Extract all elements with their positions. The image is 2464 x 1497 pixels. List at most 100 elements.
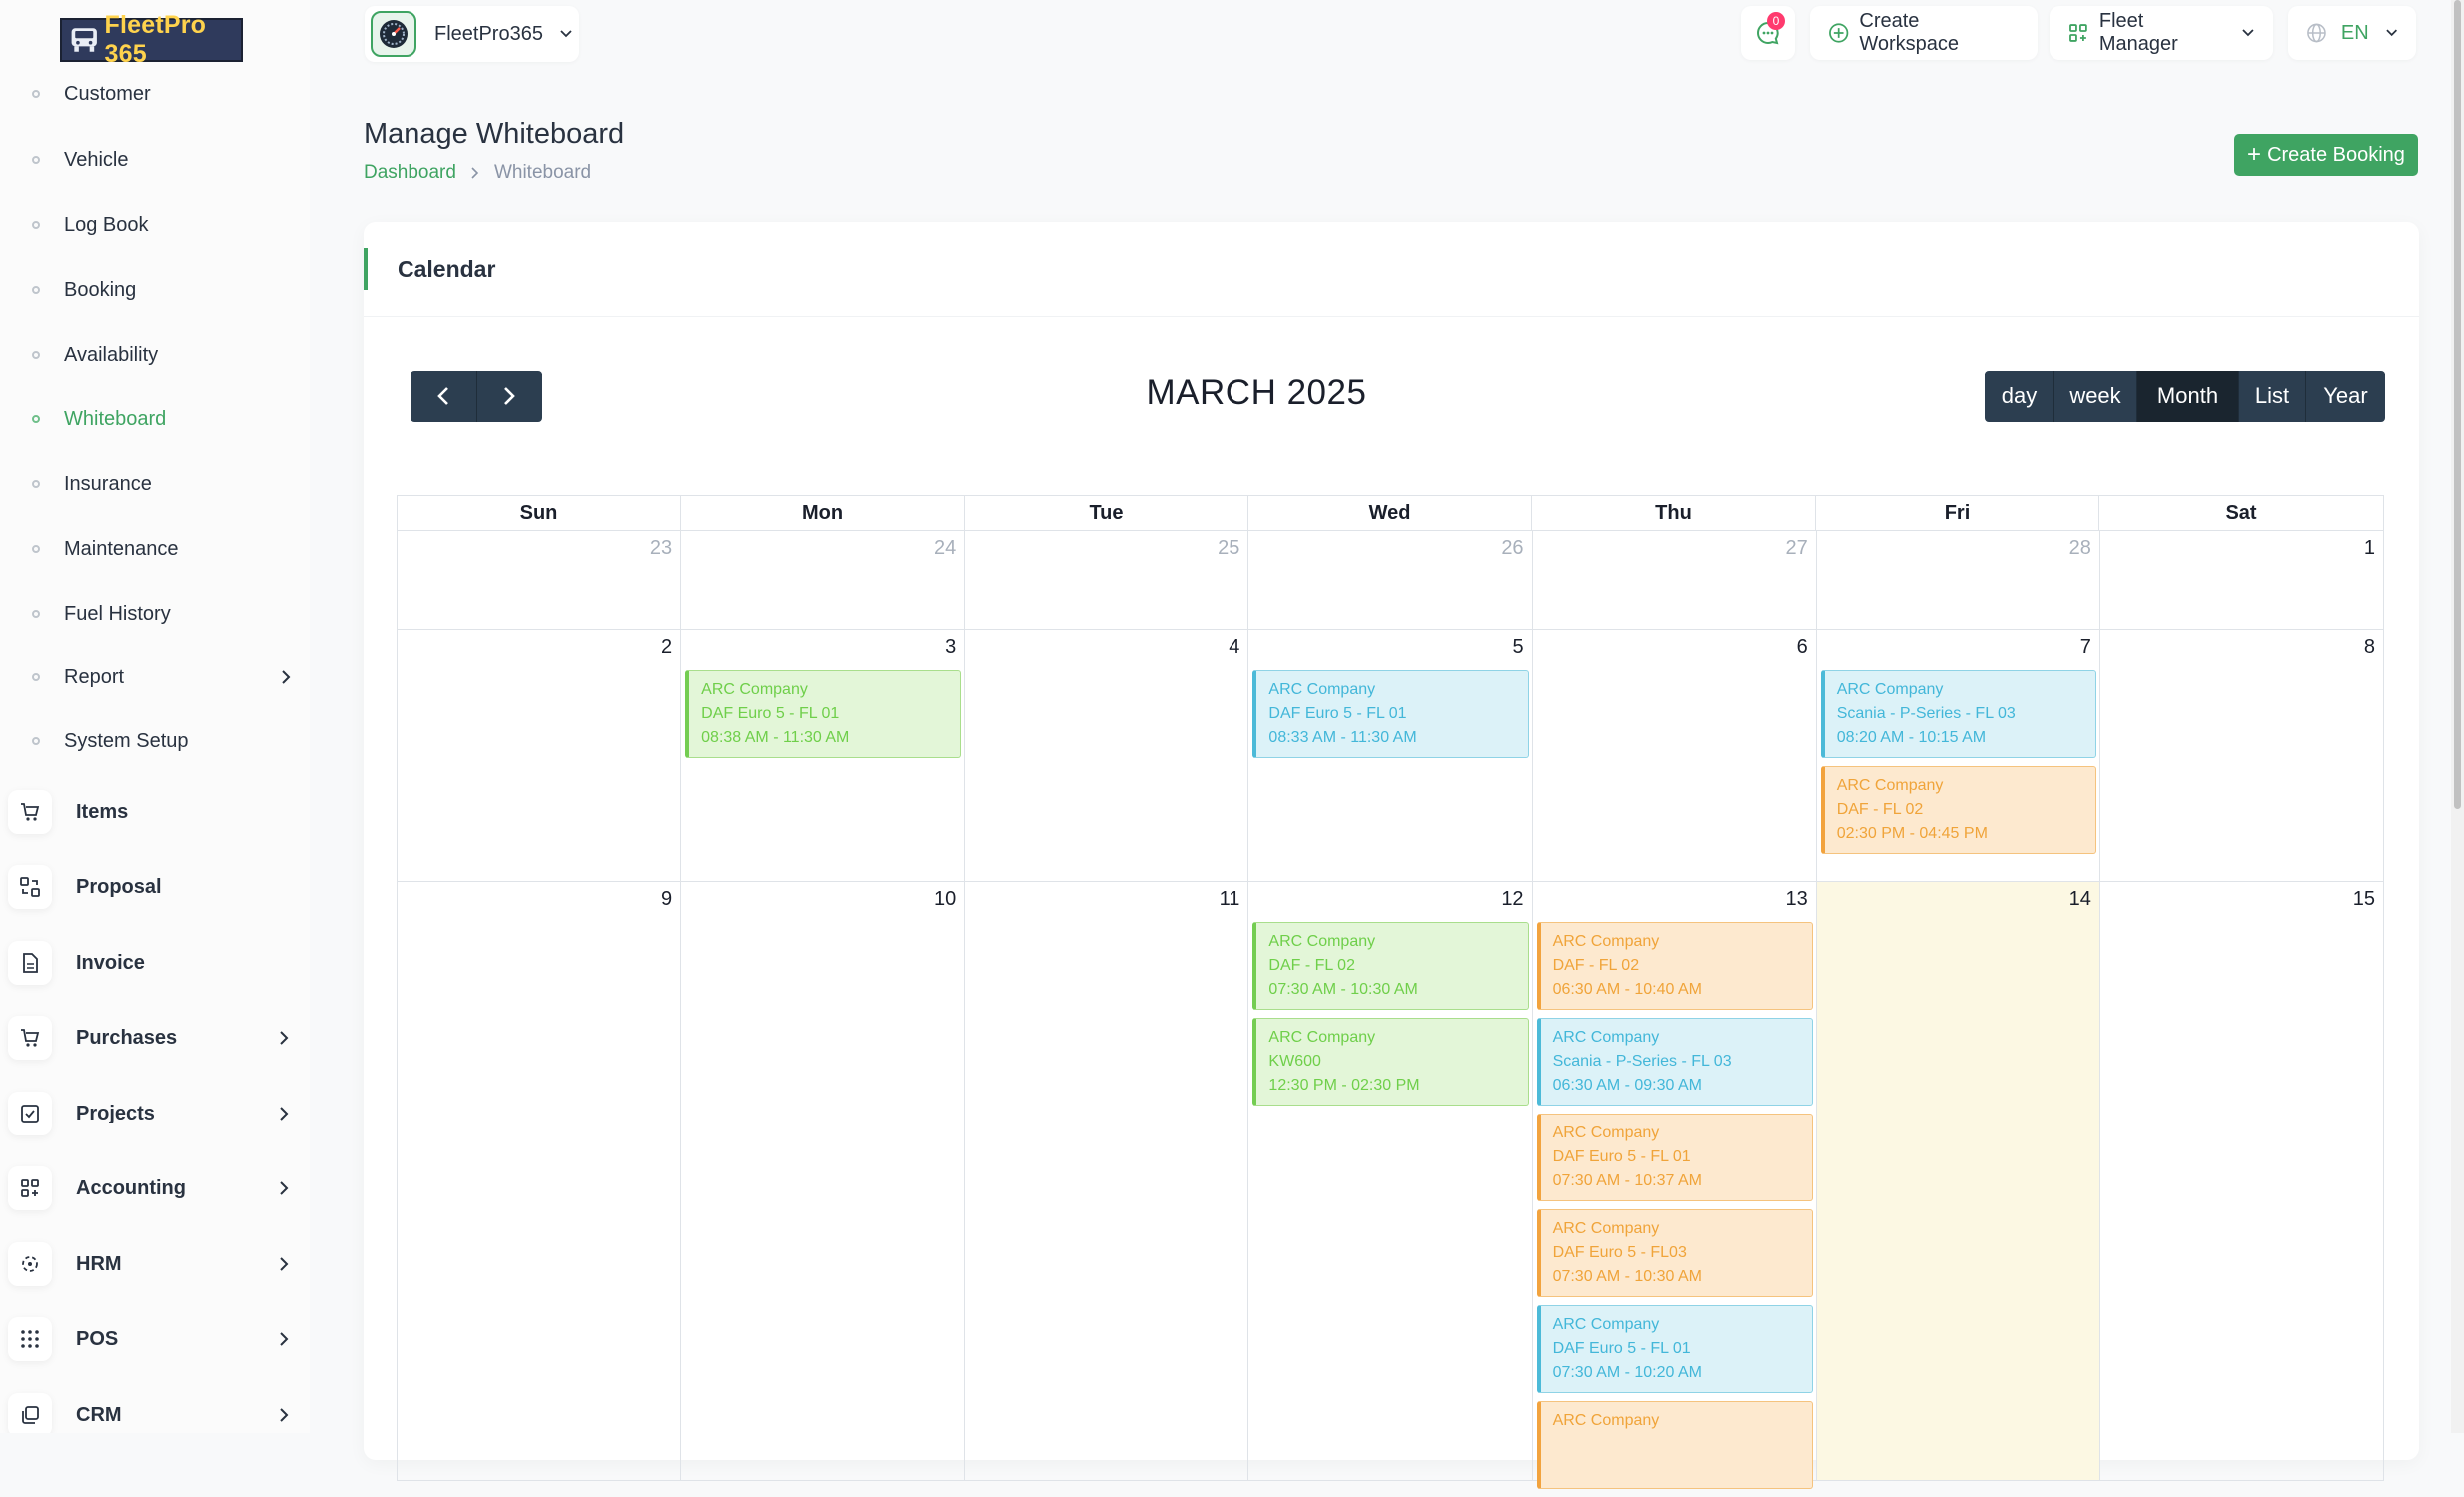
day-number[interactable]: 27 bbox=[1785, 537, 1807, 560]
day-events: ARC Company Scania - P-Series - FL 03 08:2… bbox=[1820, 670, 2096, 862]
next-month-button[interactable] bbox=[477, 371, 543, 422]
sidebar-item-pos[interactable]: POS bbox=[8, 1313, 290, 1365]
weekday-thu: Thu bbox=[1532, 496, 1816, 530]
view-list-button[interactable]: List bbox=[2239, 371, 2306, 422]
day-number[interactable]: 13 bbox=[1785, 888, 1807, 911]
sidebar-item-fuel-history[interactable]: Fuel History bbox=[32, 594, 292, 634]
day-number[interactable]: 9 bbox=[661, 888, 672, 911]
calendar-day-cell[interactable]: 27 bbox=[1533, 531, 1817, 629]
day-number[interactable]: 14 bbox=[2069, 888, 2091, 911]
booking-event[interactable]: ARC Company KW600 12:30 PM - 02:30 PM bbox=[1252, 1018, 1529, 1106]
booking-event[interactable]: ARC Company bbox=[1536, 1401, 1813, 1489]
booking-event[interactable]: ARC Company DAF - FL 02 06:30 AM - 10:40 A… bbox=[1536, 922, 1813, 1010]
calendar-day-cell[interactable]: 26 bbox=[1248, 531, 1533, 629]
calendar-day-cell[interactable]: 15 bbox=[2100, 882, 2384, 1480]
calendar-day-cell[interactable]: 2 bbox=[398, 630, 682, 881]
day-number[interactable]: 1 bbox=[2364, 537, 2375, 560]
scrollbar-thumb[interactable] bbox=[2454, 0, 2461, 809]
view-year-button[interactable]: Year bbox=[2306, 371, 2385, 422]
sidebar-item-invoice[interactable]: Invoice bbox=[8, 937, 290, 989]
view-month-button[interactable]: Month bbox=[2137, 371, 2239, 422]
workspace-selector[interactable]: FleetPro365 bbox=[365, 6, 579, 62]
event-company: ARC Company bbox=[1552, 1029, 1660, 1046]
calendar-day-cell[interactable]: 10 bbox=[681, 882, 966, 1480]
calendar-day-cell[interactable]: 11 bbox=[965, 882, 1249, 1480]
booking-event[interactable]: ARC Company DAF Euro 5 - FL 01 07:30 AM - … bbox=[1536, 1114, 1813, 1201]
day-number[interactable]: 6 bbox=[1797, 636, 1808, 659]
chevron-right-icon bbox=[280, 1181, 289, 1195]
calendar-week-row: 2 3 ARC Company DAF Euro 5 - FL 01 08:38 AM … bbox=[397, 630, 2384, 882]
page-scrollbar[interactable] bbox=[2451, 0, 2464, 1433]
calendar-day-cell[interactable]: 9 bbox=[398, 882, 682, 1480]
sidebar-item-whiteboard[interactable]: Whiteboard bbox=[32, 399, 292, 439]
view-day-button[interactable]: day bbox=[1985, 371, 2054, 422]
booking-event[interactable]: ARC Company Scania - P-Series - FL 03 08:2… bbox=[1820, 670, 2096, 758]
day-number[interactable]: 28 bbox=[2069, 537, 2091, 560]
event-vehicle: DAF - FL 02 bbox=[1552, 957, 1640, 974]
calendar-day-cell[interactable]: 23 bbox=[398, 531, 682, 629]
day-number[interactable]: 8 bbox=[2364, 636, 2375, 659]
sidebar-item-crm[interactable]: CRM bbox=[8, 1389, 290, 1433]
day-number[interactable]: 4 bbox=[1229, 636, 1239, 659]
day-number[interactable]: 5 bbox=[1512, 636, 1523, 659]
sidebar-item-log-book[interactable]: Log Book bbox=[32, 205, 292, 245]
calendar-day-today[interactable]: 14 bbox=[1816, 882, 2100, 1480]
calendar-day-cell[interactable]: 1 bbox=[2100, 531, 2384, 629]
sidebar-item-system-setup[interactable]: System Setup bbox=[32, 721, 292, 761]
sidebar-item-accounting[interactable]: Accounting bbox=[8, 1162, 290, 1214]
booking-event[interactable]: ARC Company DAF - FL 02 07:30 AM - 10:30 A… bbox=[1252, 922, 1529, 1010]
sidebar-item-proposal[interactable]: Proposal bbox=[8, 861, 290, 913]
calendar-day-cell[interactable]: 6 bbox=[1533, 630, 1817, 881]
messages-button[interactable]: 0 bbox=[1741, 6, 1795, 60]
calendar-day-cell[interactable]: 24 bbox=[681, 531, 966, 629]
brand-name: FleetPro 365 bbox=[104, 11, 207, 68]
booking-event[interactable]: ARC Company DAF Euro 5 - FL03 07:30 AM - 1… bbox=[1536, 1209, 1813, 1297]
booking-event[interactable]: ARC Company DAF - FL 02 02:30 PM - 04:45 P… bbox=[1820, 766, 2096, 854]
sidebar-item-hrm[interactable]: HRM bbox=[8, 1238, 290, 1290]
sidebar-item-items[interactable]: Items bbox=[8, 786, 290, 838]
calendar-day-cell[interactable]: 8 bbox=[2100, 630, 2384, 881]
booking-event[interactable]: ARC Company DAF Euro 5 - FL 01 07:30 AM - … bbox=[1536, 1305, 1813, 1393]
calendar-day-cell[interactable]: 7 ARC Company Scania - P-Series - FL 03 08:… bbox=[1817, 630, 2100, 881]
day-number[interactable]: 26 bbox=[1501, 537, 1523, 560]
role-selector[interactable]: Fleet Manager bbox=[2050, 6, 2273, 60]
create-workspace-button[interactable]: Create Workspace bbox=[1810, 6, 2038, 60]
prev-month-button[interactable] bbox=[411, 371, 477, 422]
day-number[interactable]: 3 bbox=[945, 636, 956, 659]
language-selector[interactable]: EN bbox=[2288, 6, 2416, 60]
booking-event[interactable]: ARC Company DAF Euro 5 - FL 01 08:33 AM - … bbox=[1252, 670, 1529, 758]
calendar-day-cell[interactable]: 28 bbox=[1817, 531, 2100, 629]
booking-event[interactable]: ARC Company DAF Euro 5 - FL 01 08:38 AM - … bbox=[685, 670, 962, 758]
calendar-day-cell[interactable]: 5 ARC Company DAF Euro 5 - FL 01 08:33 AM -… bbox=[1248, 630, 1533, 881]
view-week-button[interactable]: week bbox=[2054, 371, 2137, 422]
calendar-day-cell[interactable]: 12 ARC Company DAF - FL 02 07:30 AM - 10:30… bbox=[1248, 882, 1533, 1480]
day-number[interactable]: 12 bbox=[1501, 888, 1523, 911]
sidebar-item-projects[interactable]: Projects bbox=[8, 1088, 290, 1139]
sidebar-item-report[interactable]: Report bbox=[32, 657, 292, 697]
day-number[interactable]: 10 bbox=[934, 888, 956, 911]
day-number[interactable]: 24 bbox=[934, 537, 956, 560]
sidebar-item-customer[interactable]: Customer bbox=[32, 74, 292, 114]
sidebar-item-vehicle[interactable]: Vehicle bbox=[32, 140, 292, 180]
breadcrumb-dashboard-link[interactable]: Dashboard bbox=[364, 162, 456, 184]
sidebar-item-purchases[interactable]: Purchases bbox=[8, 1012, 290, 1064]
day-number[interactable]: 25 bbox=[1218, 537, 1239, 560]
calendar-day-cell[interactable]: 25 bbox=[965, 531, 1249, 629]
sidebar-item-maintenance[interactable]: Maintenance bbox=[32, 529, 292, 569]
brand-logo[interactable]: FleetPro 365 bbox=[60, 11, 243, 68]
sidebar-item-availability[interactable]: Availability bbox=[32, 335, 292, 374]
calendar-day-cell[interactable]: 13 ARC Company DAF - FL 02 06:30 AM - 10:40… bbox=[1533, 882, 1817, 1489]
day-number[interactable]: 11 bbox=[1220, 888, 1240, 911]
create-booking-button[interactable]: + Create Booking bbox=[2234, 134, 2418, 176]
day-number[interactable]: 15 bbox=[2353, 888, 2375, 911]
sidebar-item-booking[interactable]: Booking bbox=[32, 270, 292, 310]
day-number[interactable]: 23 bbox=[650, 537, 672, 560]
sidebar-item-insurance[interactable]: Insurance bbox=[32, 464, 292, 504]
calendar-day-cell[interactable]: 3 ARC Company DAF Euro 5 - FL 01 08:38 AM -… bbox=[681, 630, 966, 881]
calendar-day-cell[interactable]: 4 bbox=[965, 630, 1249, 881]
day-number[interactable]: 2 bbox=[661, 636, 672, 659]
booking-event[interactable]: ARC Company Scania - P-Series - FL 03 06:3… bbox=[1536, 1018, 1813, 1106]
day-number[interactable]: 7 bbox=[2080, 636, 2091, 659]
event-vehicle: DAF - FL 02 bbox=[1836, 801, 1924, 818]
weekday-fri: Fri bbox=[1816, 496, 2099, 530]
